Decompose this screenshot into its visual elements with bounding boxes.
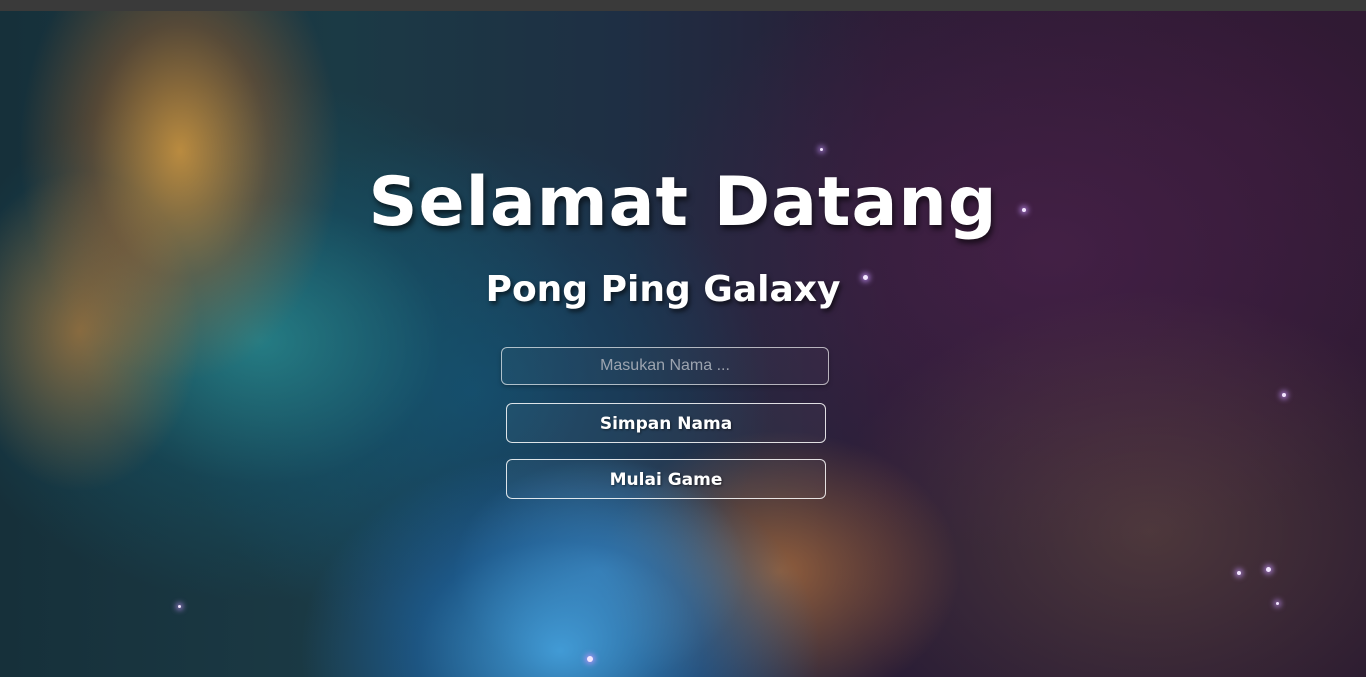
player-name-input[interactable]	[501, 347, 829, 385]
galaxy-background: Selamat Datang Pong Ping Galaxy Simpan N…	[0, 11, 1366, 677]
save-name-button[interactable]: Simpan Nama	[506, 403, 826, 443]
browser-top-strip	[0, 0, 1366, 11]
page-title: Selamat Datang	[368, 163, 998, 242]
game-subtitle: Pong Ping Galaxy	[485, 269, 841, 310]
welcome-panel: Selamat Datang Pong Ping Galaxy Simpan N…	[0, 11, 1366, 677]
start-game-button[interactable]: Mulai Game	[506, 459, 826, 499]
